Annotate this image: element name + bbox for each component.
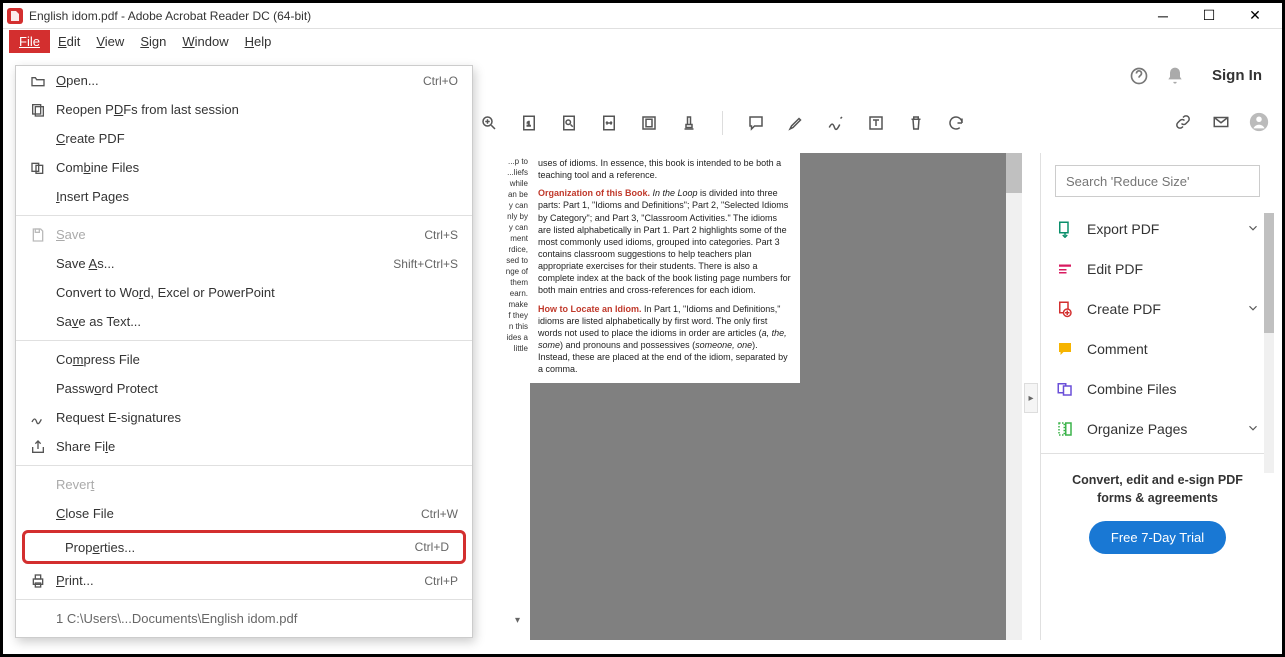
email-icon[interactable] bbox=[1210, 111, 1232, 133]
sidebar-item-combine[interactable]: Combine Files bbox=[1041, 369, 1274, 409]
maximize-button[interactable]: ☐ bbox=[1186, 3, 1232, 29]
sidebar-search-input[interactable] bbox=[1055, 165, 1260, 197]
minimize-button[interactable]: ─ bbox=[1140, 3, 1186, 29]
menu-password[interactable]: Password Protect bbox=[16, 374, 472, 403]
menu-bar: File Edit View Sign Window Help bbox=[3, 29, 1282, 53]
link-icon[interactable] bbox=[1172, 111, 1194, 133]
chevron-down-icon bbox=[1246, 301, 1260, 318]
sidebar-scrollbar[interactable] bbox=[1264, 213, 1274, 473]
sidebar-item-organize[interactable]: Organize Pages bbox=[1041, 409, 1274, 449]
find-icon[interactable] bbox=[558, 112, 580, 134]
signin-button[interactable]: Sign In bbox=[1200, 63, 1274, 88]
combine-icon bbox=[26, 160, 50, 176]
menu-save-text[interactable]: Save as Text... bbox=[16, 307, 472, 336]
menu-properties[interactable]: Properties... Ctrl+D bbox=[22, 530, 466, 564]
menu-edit[interactable]: Edit bbox=[50, 32, 88, 51]
text-icon[interactable] bbox=[865, 112, 887, 134]
reopen-icon bbox=[26, 102, 50, 118]
menu-save: Save Ctrl+S bbox=[16, 220, 472, 249]
menu-compress[interactable]: Compress File bbox=[16, 345, 472, 374]
doc-left-edge: ...p to...liefswhilean bey cannly byy ca… bbox=[475, 153, 530, 640]
menu-convert[interactable]: Convert to Word, Excel or PowerPoint bbox=[16, 278, 472, 307]
edit-icon bbox=[1055, 259, 1075, 279]
sidebar-item-create[interactable]: Create PDF bbox=[1041, 289, 1274, 329]
doc-scrollbar[interactable] bbox=[1006, 153, 1022, 640]
document-viewport[interactable]: ...p to...liefswhilean bey cannly byy ca… bbox=[475, 153, 1022, 640]
file-dropdown: Open... Ctrl+O Reopen PDFs from last ses… bbox=[15, 65, 473, 638]
page-nav-arrow[interactable]: ▾ bbox=[515, 615, 520, 626]
organize-icon bbox=[1055, 419, 1075, 439]
sidebar-collapse[interactable]: ▸ bbox=[1024, 383, 1038, 413]
sidebar-item-label: Combine Files bbox=[1087, 381, 1176, 397]
fit-page-icon[interactable] bbox=[638, 112, 660, 134]
account-icon[interactable] bbox=[1248, 111, 1270, 133]
menu-create-pdf[interactable]: Create PDF bbox=[16, 124, 472, 153]
rotate-icon[interactable] bbox=[945, 112, 967, 134]
sidebar-item-label: Organize Pages bbox=[1087, 421, 1187, 437]
menu-help[interactable]: Help bbox=[237, 32, 280, 51]
save-icon bbox=[26, 227, 50, 243]
delete-icon[interactable] bbox=[905, 112, 927, 134]
sidebar-item-edit[interactable]: Edit PDF bbox=[1041, 249, 1274, 289]
combine-icon bbox=[1055, 379, 1075, 399]
window-title: English idom.pdf - Adobe Acrobat Reader … bbox=[29, 9, 1140, 23]
highlight-icon[interactable] bbox=[785, 112, 807, 134]
chevron-down-icon bbox=[1246, 421, 1260, 438]
fit-width-icon[interactable] bbox=[598, 112, 620, 134]
menu-sign[interactable]: Sign bbox=[132, 32, 174, 51]
sidebar-item-comment[interactable]: Comment bbox=[1041, 329, 1274, 369]
comment-icon[interactable] bbox=[745, 112, 767, 134]
menu-esign[interactable]: Request E-signatures bbox=[16, 403, 472, 432]
doc-para: uses of idioms. In essence, this book is… bbox=[538, 157, 792, 181]
menu-share[interactable]: Share File bbox=[16, 432, 472, 461]
comment-icon bbox=[1055, 339, 1075, 359]
menu-save-as[interactable]: Save As... Shift+Ctrl+S bbox=[16, 249, 472, 278]
sidebar-item-label: Export PDF bbox=[1087, 221, 1159, 237]
pdf-page: uses of idioms. In essence, this book is… bbox=[530, 153, 800, 383]
create-icon bbox=[1055, 299, 1075, 319]
free-trial-button[interactable]: Free 7-Day Trial bbox=[1089, 521, 1226, 554]
share-icon bbox=[26, 439, 50, 455]
stamp-icon[interactable] bbox=[678, 112, 700, 134]
page-num-icon[interactable]: 1 bbox=[518, 112, 540, 134]
sidebar-item-export[interactable]: Export PDF bbox=[1041, 209, 1274, 249]
menu-view[interactable]: View bbox=[88, 32, 132, 51]
menu-close-file[interactable]: Close File Ctrl+W bbox=[16, 499, 472, 528]
menu-insert-pages[interactable]: Insert Pages bbox=[16, 182, 472, 211]
promo-text: Convert, edit and e-sign PDF forms & agr… bbox=[1041, 458, 1274, 507]
doc-heading: Organization of this Book. bbox=[538, 188, 650, 198]
help-icon[interactable] bbox=[1128, 65, 1150, 87]
menu-print[interactable]: Print... Ctrl+P bbox=[16, 566, 472, 595]
zoom-icon[interactable] bbox=[478, 112, 500, 134]
bell-icon[interactable] bbox=[1164, 65, 1186, 87]
folder-icon bbox=[26, 73, 50, 89]
menu-combine[interactable]: Combine Files bbox=[16, 153, 472, 182]
chevron-down-icon bbox=[1246, 221, 1260, 238]
menu-open[interactable]: Open... Ctrl+O bbox=[16, 66, 472, 95]
export-icon bbox=[1055, 219, 1075, 239]
sidebar-item-label: Edit PDF bbox=[1087, 261, 1143, 277]
menu-file[interactable]: File bbox=[9, 30, 50, 53]
close-window-button[interactable]: ✕ bbox=[1232, 3, 1278, 29]
menu-reopen[interactable]: Reopen PDFs from last session bbox=[16, 95, 472, 124]
svg-text:1: 1 bbox=[527, 121, 531, 128]
sidebar-item-label: Create PDF bbox=[1087, 301, 1161, 317]
print-icon bbox=[26, 573, 50, 589]
app-icon bbox=[7, 8, 23, 24]
menu-recent-1[interactable]: 1 C:\Users\...Documents\English idom.pdf bbox=[16, 604, 472, 633]
right-sidebar: Export PDF Edit PDF Create PDF Comment Combi… bbox=[1040, 153, 1274, 640]
menu-revert: Revert bbox=[16, 470, 472, 499]
sign-icon[interactable] bbox=[825, 112, 847, 134]
menu-window[interactable]: Window bbox=[174, 32, 236, 51]
sidebar-item-label: Comment bbox=[1087, 341, 1148, 357]
title-bar: English idom.pdf - Adobe Acrobat Reader … bbox=[3, 3, 1282, 29]
signature-icon bbox=[26, 410, 50, 426]
doc-heading: How to Locate an Idiom. bbox=[538, 304, 642, 314]
